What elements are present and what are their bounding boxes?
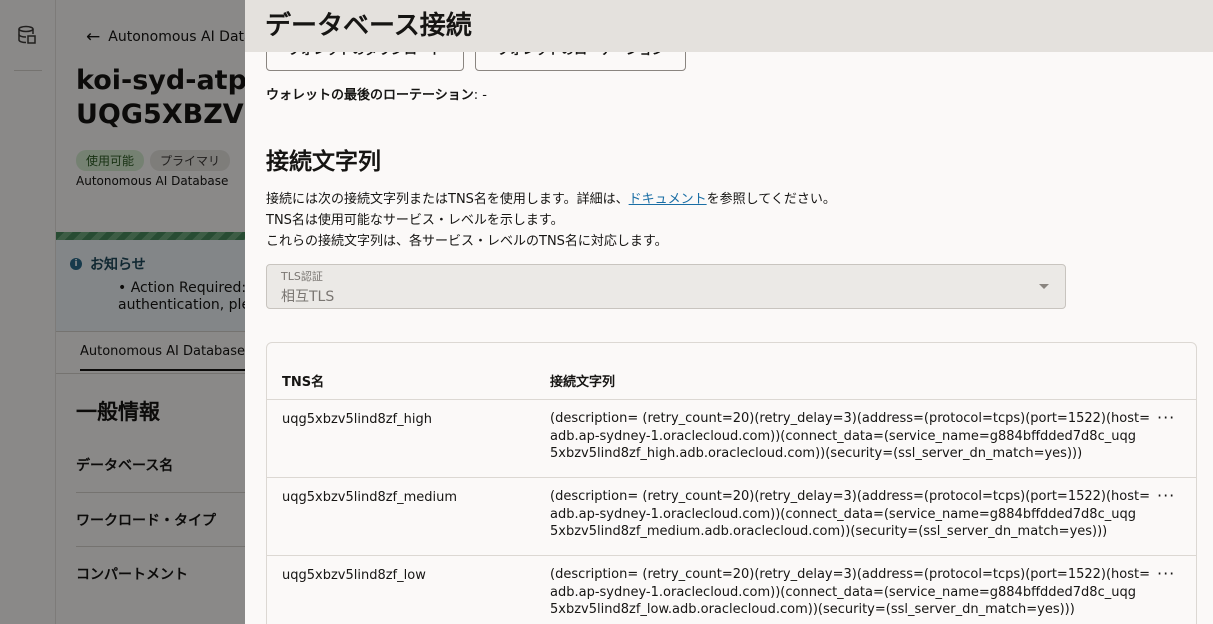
wallet-rotation-info: ウォレットの最後のローテーション: -: [266, 88, 487, 103]
documentation-link[interactable]: ドキュメント: [629, 192, 707, 207]
drawer-title: データベース接続: [265, 11, 472, 41]
tns-name: uqg5xbzv5lind8zf_low: [282, 568, 426, 583]
connection-string: (description= (retry_count=20)(retry_del…: [550, 567, 1151, 617]
db-connection-drawer: ウォレットのダウンロード ウォレットのローテーション データベース接続 ウォレッ…: [245, 0, 1213, 624]
more-actions-icon[interactable]: ···: [1157, 566, 1175, 582]
description-line-3: これらの接続文字列は、各サービス・レベルのTNS名に対応します。: [266, 234, 668, 249]
table-row: uqg5xbzv5lind8zf_low (description= (retr…: [267, 556, 1196, 624]
column-header-tns: TNS名: [282, 375, 325, 390]
column-header-connection-string: 接続文字列: [550, 375, 616, 390]
drawer-header: データベース接続: [245, 0, 1213, 52]
description-line-2: TNS名は使用可能なサービス・レベルを示します。: [266, 213, 564, 228]
connection-strings-title: 接続文字列: [266, 149, 381, 175]
tns-name: uqg5xbzv5lind8zf_high: [282, 412, 432, 427]
connection-string: (description= (retry_count=20)(retry_del…: [550, 489, 1151, 539]
tns-name: uqg5xbzv5lind8zf_medium: [282, 490, 458, 505]
more-actions-icon[interactable]: ···: [1157, 410, 1175, 426]
tls-auth-select[interactable]: TLS認証 相互TLS: [266, 264, 1066, 309]
table-row: uqg5xbzv5lind8zf_high (description= (ret…: [267, 400, 1196, 478]
table-row: uqg5xbzv5lind8zf_medium (description= (r…: [267, 478, 1196, 556]
more-actions-icon[interactable]: ···: [1157, 488, 1175, 504]
chevron-down-icon: [1039, 284, 1049, 289]
description-line-1: 接続には次の接続文字列またはTNS名を使用します。詳細は、ドキュメントを参照して…: [266, 192, 836, 207]
select-label: TLS認証: [281, 270, 323, 283]
connection-string: (description= (retry_count=20)(retry_del…: [550, 411, 1151, 461]
select-value: 相互TLS: [281, 289, 335, 305]
connection-strings-table: TNS名 接続文字列 uqg5xbzv5lind8zf_high (descri…: [266, 342, 1197, 624]
